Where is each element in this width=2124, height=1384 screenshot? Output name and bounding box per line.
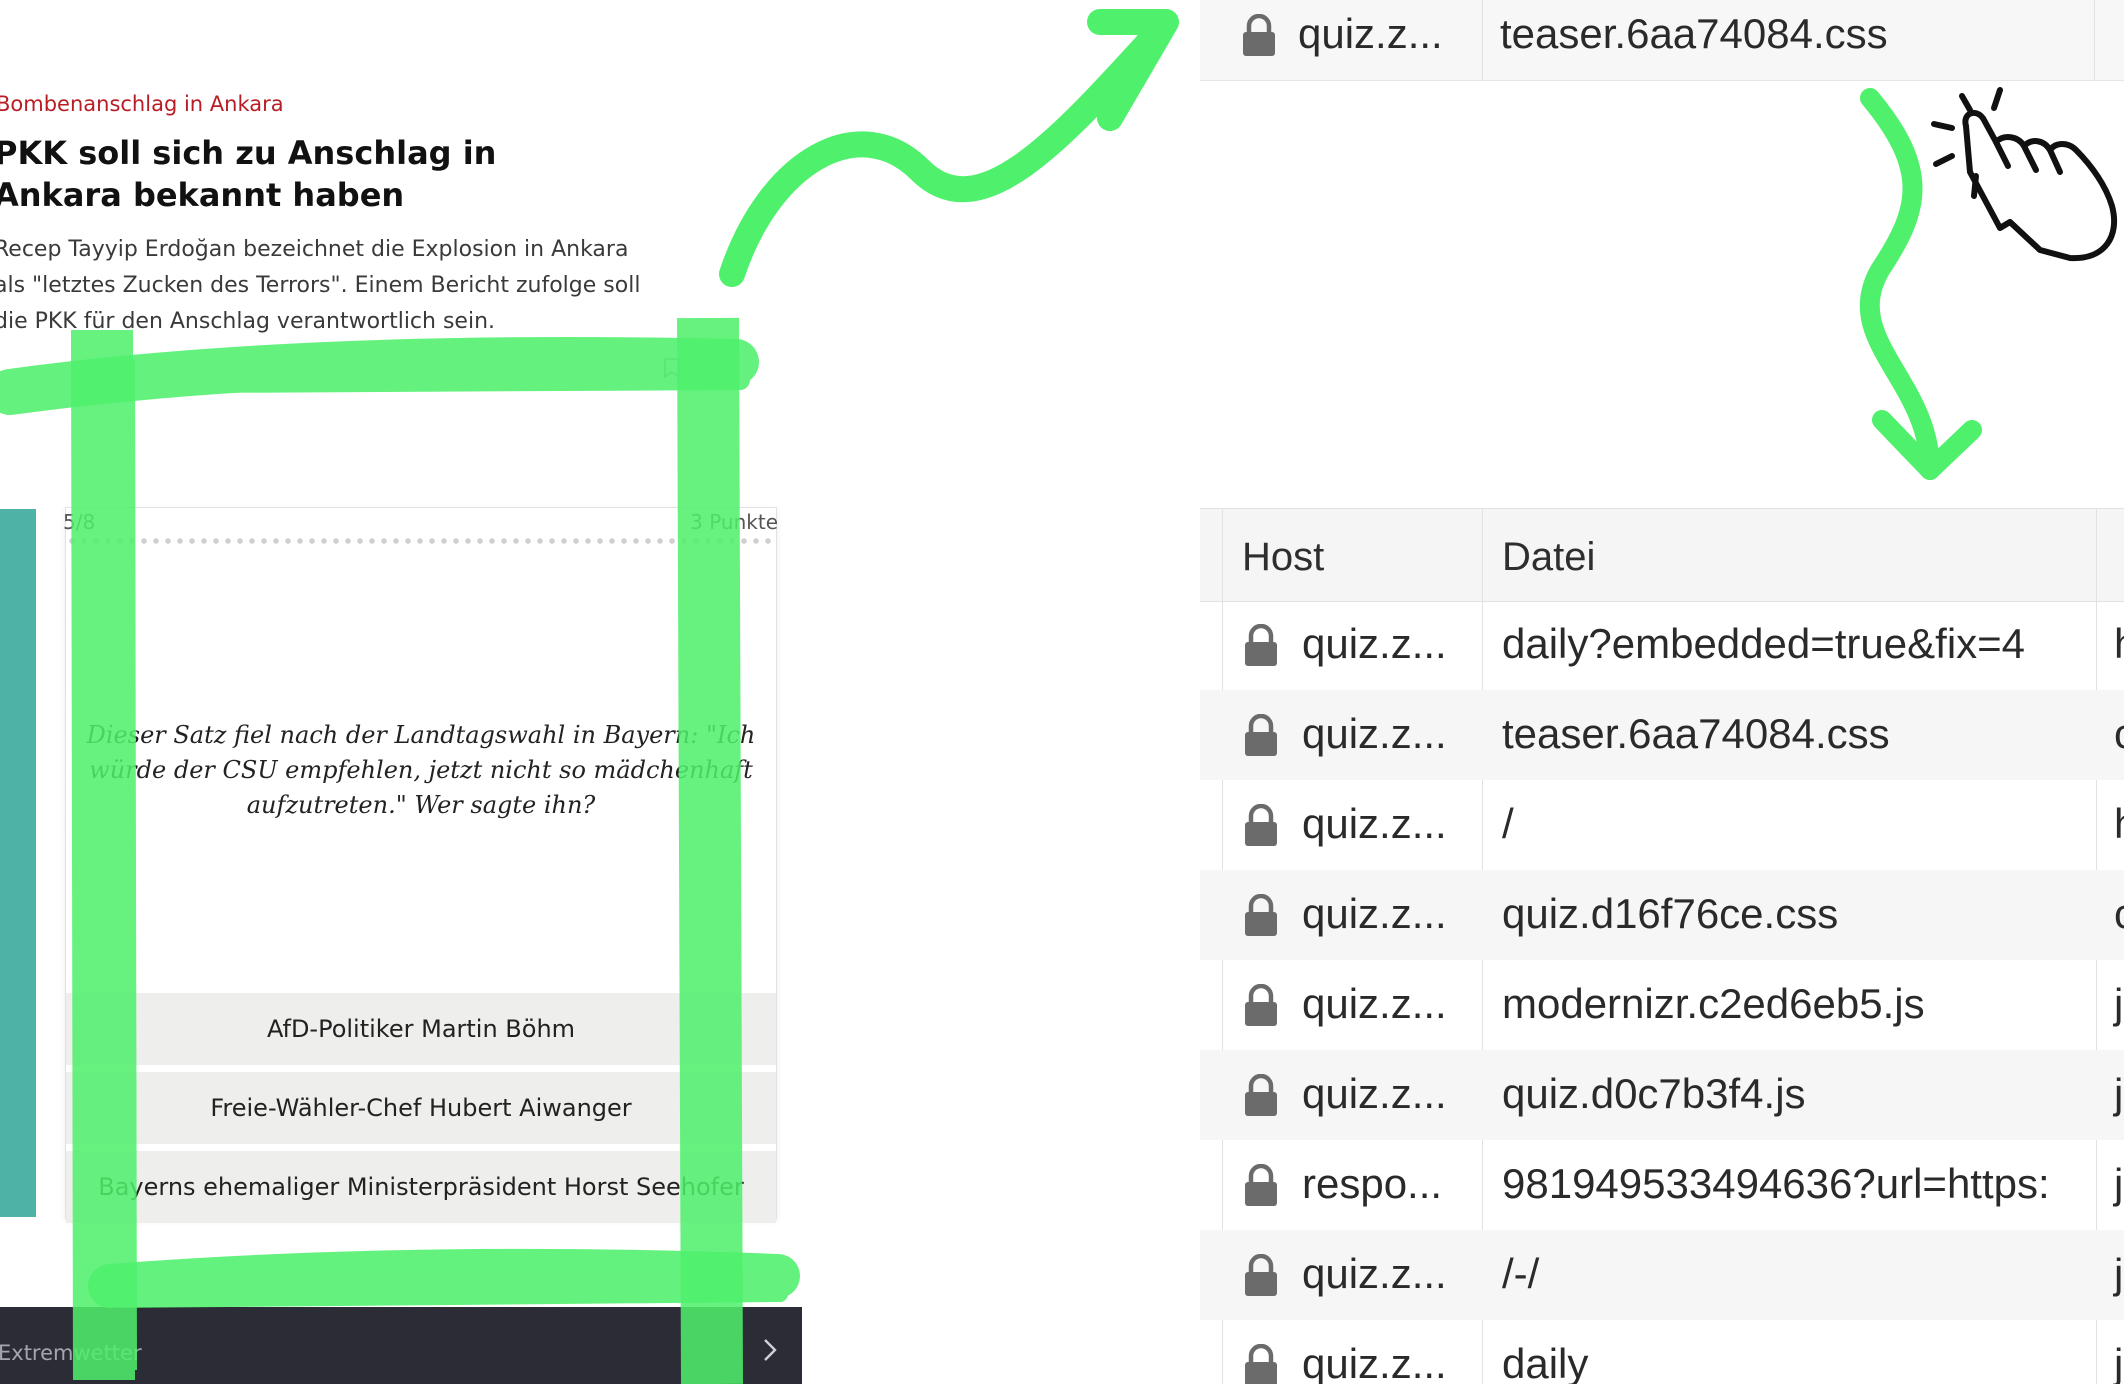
network-type-cell: j [2114,1250,2124,1297]
network-file-cell: daily [1502,1340,1589,1384]
network-host-cell: quiz.z... [1302,800,1447,847]
network-host-cell: quiz.z... [1302,1250,1447,1297]
network-file-cell: modernizr.c2ed6eb5.js [1502,980,1925,1027]
quiz-question: Dieser Satz fiel nach der Landtagswahl i… [86,721,756,819]
lock-icon [1245,984,1277,1026]
network-type-cell: j [2114,980,2124,1027]
network-file-cell: teaser.6aa74084.css [1502,710,1890,757]
network-type-cell: c [2114,710,2124,758]
quiz-progress-dots [66,538,776,544]
chevron-right-icon[interactable] [762,1337,778,1363]
network-selected-row[interactable]: quiz.z... teaser.6aa74084.css [1200,0,2124,81]
article-headline[interactable]: PKK soll sich zu Anschlag in Ankara beka… [0,132,614,216]
network-host-cell: quiz.z... [1302,1070,1447,1117]
article-teaser[interactable]: Recep Tayyip Erdoğan bezeichnet die Expl… [0,232,654,340]
network-request-table: Host Datei quiz.z... daily?embedded=true&… [1200,508,2124,1384]
network-request-row[interactable]: respo... 981949533494636?url=https: j [1200,1140,2124,1230]
network-host-cell: quiz.z... [1302,710,1447,757]
network-request-row[interactable]: quiz.z... teaser.6aa74084.css c [1200,690,2124,780]
topic-bar-label[interactable]: Extremwetter [0,1341,142,1365]
network-request-row[interactable]: quiz.z... / h [1200,780,2124,870]
quiz-card: 5/8 3 Punkte Dieser Satz fiel nach der L… [63,507,778,1223]
network-request-row[interactable]: quiz.z... quiz.d0c7b3f4.js j [1200,1050,2124,1140]
network-host-cell: quiz.z... [1302,620,1447,667]
lock-icon [1245,1254,1277,1296]
network-request-row[interactable]: quiz.z... daily?embedded=true&fix=4 h [1200,600,2124,690]
network-type-cell: j [2114,1070,2124,1117]
column-header-file[interactable]: Datei [1502,535,1595,580]
network-file-cell: /-/ [1502,1250,1540,1297]
network-request-row[interactable]: quiz.z... modernizr.c2ed6eb5.js j [1200,960,2124,1050]
network-file-cell: 981949533494636?url=https: [1502,1160,2050,1207]
lock-icon [1245,1344,1277,1384]
lock-icon [1245,894,1277,936]
lock-icon [1243,14,1275,56]
network-host-cell: quiz.z... [1302,890,1447,937]
network-type-cell: h [2114,620,2124,668]
network-table-header: Host Datei [1200,508,2124,602]
network-host-cell: quiz.z... [1302,980,1447,1027]
lock-icon [1245,804,1277,846]
network-file-cell: quiz.d0c7b3f4.js [1502,1070,1806,1117]
click-hand-icon [1931,87,2118,262]
lock-icon [1245,714,1277,756]
bookmark-icon[interactable] [664,358,680,378]
network-host-cell: respo... [1302,1160,1443,1207]
quiz-answer-button[interactable]: AfD-Politiker Martin Böhm [66,992,776,1065]
column-divider [1482,0,1483,80]
article-kicker[interactable]: Bombenanschlag in Ankara [0,92,284,116]
network-type-cell: j [2114,1340,2124,1384]
teal-teaser-card[interactable] [0,509,36,1217]
column-header-host[interactable]: Host [1242,535,1324,580]
quiz-points: 3 Punkte [690,510,778,534]
lock-icon [1245,624,1277,666]
network-request-row[interactable]: quiz.z... daily j [1200,1320,2124,1384]
topic-bar: Extremwetter [0,1307,802,1384]
column-divider [2094,0,2095,80]
network-file-cell: teaser.6aa74084.css [1500,10,1888,57]
network-type-cell: c [2114,890,2124,938]
network-type-cell: h [2114,800,2124,848]
network-request-row[interactable]: quiz.z... quiz.d16f76ce.css c [1200,870,2124,960]
network-type-cell: j [2114,1160,2124,1207]
quiz-answer-button[interactable]: Bayerns ehemaliger Ministerpräsident Hor… [66,1150,776,1223]
network-file-cell: quiz.d16f76ce.css [1502,890,1839,937]
network-request-row[interactable]: quiz.z... /-/ j [1200,1230,2124,1320]
quiz-progress: 5/8 [63,510,96,534]
network-host-cell: quiz.z... [1298,10,1443,57]
lock-icon [1245,1164,1277,1206]
network-file-cell: daily?embedded=true&fix=4 [1502,620,2026,667]
network-host-cell: quiz.z... [1302,1340,1447,1384]
quiz-answer-button[interactable]: Freie-Wähler-Chef Hubert Aiwanger [66,1071,776,1144]
network-file-cell: / [1502,800,1514,847]
article-panel: Bombenanschlag in Ankara PKK soll sich z… [0,0,802,1384]
lock-icon [1245,1074,1277,1116]
